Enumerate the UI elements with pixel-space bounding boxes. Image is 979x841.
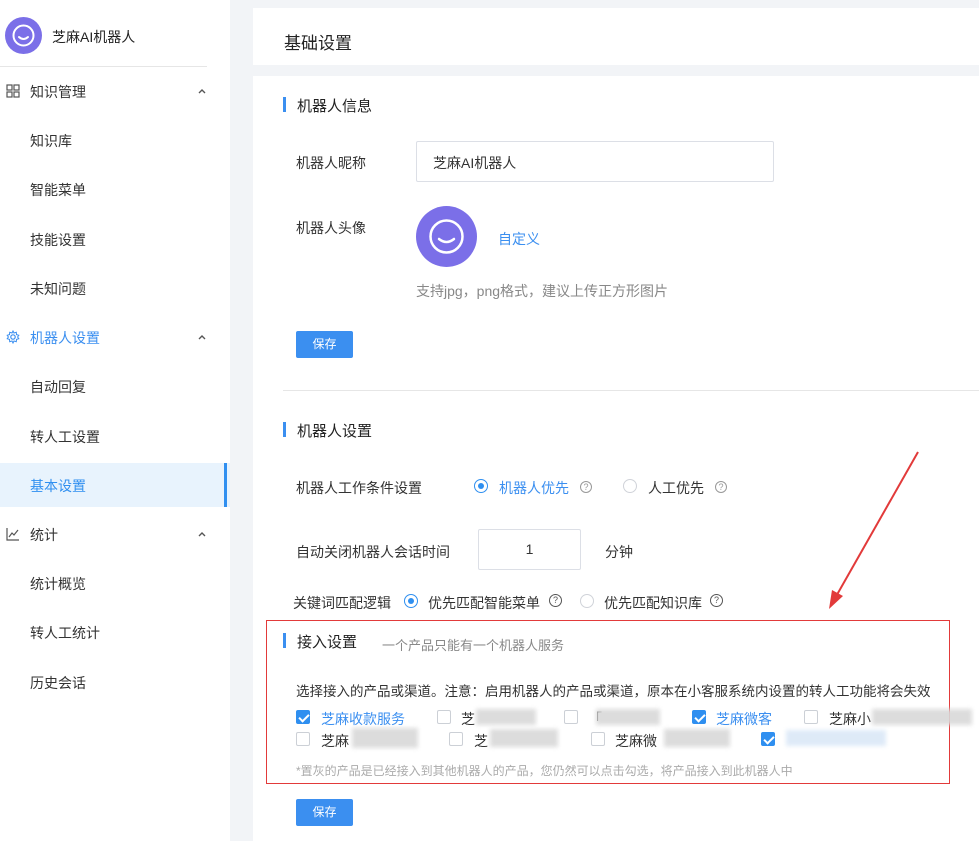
nav-group-label: 机器人设置 — [30, 330, 100, 346]
product-label[interactable]: 芝麻小 — [829, 709, 871, 729]
chevron-up-icon — [198, 89, 206, 94]
radio-human-first-label[interactable]: 人工优先 — [648, 478, 704, 498]
gear-icon — [6, 330, 20, 344]
help-icon[interactable]: ? — [715, 481, 727, 493]
radio-robot-first[interactable] — [474, 479, 488, 493]
section-title-robot-info: 机器人信息 — [283, 95, 372, 116]
product-checkbox[interactable] — [437, 710, 451, 724]
nickname-label: 机器人昵称 — [296, 155, 366, 171]
section-title-access: 接入设置 — [283, 631, 357, 652]
product-label[interactable]: 芝麻 — [321, 731, 349, 751]
save-button-robot-info[interactable]: 保存 — [296, 331, 353, 358]
radio-robot-first-label[interactable]: 机器人优先 — [499, 478, 569, 498]
auto-close-label: 自动关闭机器人会话时间 — [296, 544, 450, 560]
page-title: 基础设置 — [284, 34, 352, 53]
redacted-label — [490, 729, 558, 747]
work-condition-label: 机器人工作条件设置 — [296, 480, 422, 496]
avatar-label: 机器人头像 — [296, 220, 366, 236]
help-icon[interactable]: ? — [710, 594, 723, 607]
robot-logo-icon — [5, 17, 42, 54]
redacted-label — [596, 709, 660, 725]
product-label[interactable]: 芝 — [461, 709, 475, 729]
sidebar-item-unknown-questions[interactable]: 未知问题 — [0, 266, 230, 310]
redacted-label — [872, 709, 972, 725]
radio-match-menu-label[interactable]: 优先匹配智能菜单 — [428, 593, 540, 613]
auto-close-unit: 分钟 — [605, 544, 633, 560]
product-checkbox[interactable] — [564, 710, 578, 724]
radio-match-kb[interactable] — [580, 594, 594, 608]
product-checkbox[interactable] — [296, 710, 310, 724]
sidebar-item-auto-reply[interactable]: 自动回复 — [0, 364, 230, 408]
section-title-robot-settings: 机器人设置 — [283, 420, 372, 441]
keyword-logic-label: 关键词匹配逻辑 — [293, 595, 391, 611]
brand: 芝麻AI机器人 — [0, 0, 230, 67]
chevron-up-icon — [198, 335, 206, 340]
nav-group-statistics[interactable]: 统计 — [0, 509, 230, 559]
nav-group-knowledge[interactable]: 知识管理 — [0, 66, 230, 116]
help-icon[interactable]: ? — [549, 594, 562, 607]
chevron-up-icon — [198, 532, 206, 537]
product-label[interactable]: 芝麻收款服务 — [321, 709, 405, 729]
product-checkbox[interactable] — [804, 710, 818, 724]
radio-match-menu[interactable] — [404, 594, 418, 608]
sidebar-item-transfer-stats[interactable]: 转人工统计 — [0, 610, 230, 654]
radio-match-kb-label[interactable]: 优先匹配知识库 — [604, 593, 702, 613]
redacted-label — [664, 729, 730, 747]
line-chart-icon — [6, 528, 19, 541]
product-label[interactable]: 芝麻微 — [615, 731, 657, 751]
avatar-hint: 支持jpg，png格式，建议上传正方形图片 — [416, 283, 669, 299]
sidebar-item-transfer-settings[interactable]: 转人工设置 — [0, 414, 230, 458]
sidebar-item-basic-settings[interactable]: 基本设置 — [0, 463, 230, 507]
robot-face-icon — [429, 219, 464, 254]
product-checkbox[interactable] — [761, 732, 775, 746]
product-checkbox[interactable] — [591, 732, 605, 746]
access-notice: 选择接入的产品或渠道。注意：启用机器人的产品或渠道，原本在小客服系统内设置的转人… — [296, 684, 931, 699]
redacted-label — [786, 730, 886, 746]
product-checkbox[interactable] — [296, 732, 310, 746]
page-header: 基础设置 — [253, 8, 979, 65]
product-checkbox[interactable] — [449, 732, 463, 746]
sidebar-item-smart-menu[interactable]: 智能菜单 — [0, 167, 230, 211]
product-checkbox[interactable] — [692, 710, 706, 724]
annotation-highlight-box — [266, 620, 950, 784]
nav-group-robot-settings[interactable]: 机器人设置 — [0, 312, 230, 362]
nav-group-label: 知识管理 — [30, 84, 86, 100]
sidebar-item-stats-overview[interactable]: 统计概览 — [0, 561, 230, 605]
customize-avatar-link[interactable]: 自定义 — [498, 229, 540, 249]
gray-product-hint: *置灰的产品是已经接入到其他机器人的产品，您仍然可以点击勾选，将产品接入到此机器… — [296, 764, 793, 778]
sidebar-item-knowledge-base[interactable]: 知识库 — [0, 118, 230, 162]
redacted-label — [476, 709, 536, 725]
redacted-label — [352, 728, 418, 748]
auto-close-input[interactable]: 1 — [478, 529, 581, 570]
section-divider — [283, 390, 979, 391]
nickname-input[interactable]: 芝麻AI机器人 — [416, 141, 774, 182]
product-label[interactable]: 芝 — [474, 731, 488, 751]
save-button-access[interactable]: 保存 — [296, 799, 353, 826]
help-icon[interactable]: ? — [580, 481, 592, 493]
grid-icon — [6, 84, 20, 98]
sidebar-item-skill-settings[interactable]: 技能设置 — [0, 217, 230, 261]
sidebar: 芝麻AI机器人 知识管理 知识库 智能菜单 技能设置 未知问题 机器人设置 自动… — [0, 0, 230, 841]
sidebar-item-history[interactable]: 历史会话 — [0, 660, 230, 704]
brand-name: 芝麻AI机器人 — [52, 29, 136, 45]
product-label[interactable]: 芝麻微客 — [716, 709, 772, 729]
nav-group-label: 统计 — [30, 527, 58, 543]
nickname-value: 芝麻AI机器人 — [433, 155, 517, 171]
radio-human-first[interactable] — [623, 479, 637, 493]
robot-avatar[interactable] — [416, 206, 477, 267]
access-subtitle: 一个产品只能有一个机器人服务 — [382, 638, 565, 653]
